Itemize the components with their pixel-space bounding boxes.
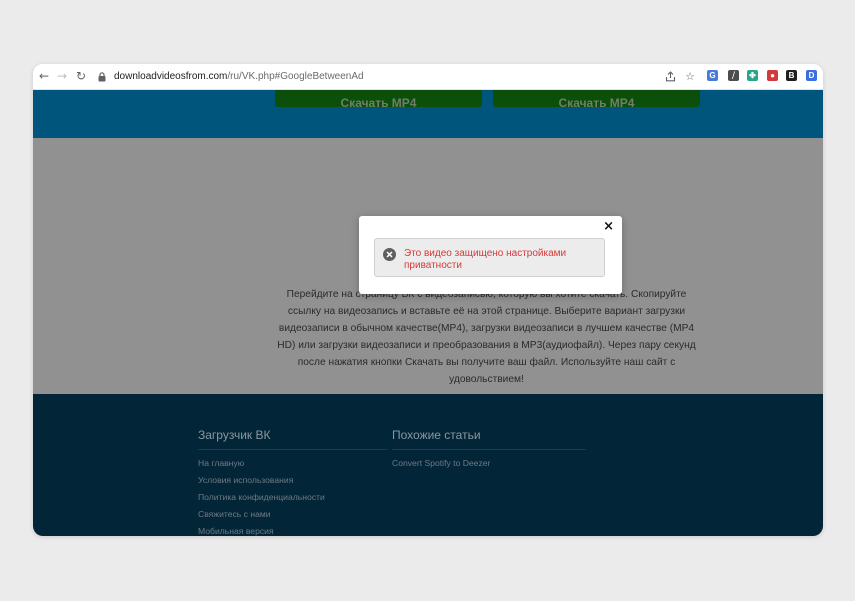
close-icon[interactable]: × [603,219,614,234]
b-extension-icon[interactable]: B [786,70,797,81]
footer-link-related-article[interactable]: Convert Spotify to Deezer [392,458,490,468]
footer-link-privacy[interactable]: Политика конфиденциальности [198,492,325,502]
error-alert: Это видео защищено настройками приватнос… [374,238,605,277]
web-page: Скачать MP4 Скачать MP4 Перейдите на стр… [33,90,823,536]
download-band: Скачать MP4 Скачать MP4 [33,90,823,138]
download-mp4-hd-button[interactable]: Скачать MP4 [493,90,700,107]
download-mp4-hd-label: Скачать MP4 [558,96,635,107]
url-path: /ru/VK.php#GoogleBetweenAd [227,71,364,82]
pokeball-extension-icon[interactable]: ● [767,70,778,81]
error-modal: × Это видео защищено настройками приватн… [359,216,622,294]
translate-extension-icon[interactable]: G [707,70,718,81]
footer-col1-title: Загрузчик ВК [198,428,271,442]
footer-link-home[interactable]: На главную [198,458,244,468]
error-message: Это видео защищено настройками приватнос… [404,248,567,271]
url-text[interactable]: downloadvideosfrom.com/ru/VK.php#GoogleB… [114,71,364,82]
bookmark-star-icon[interactable]: ☆ [683,69,697,83]
browser-window: ← → ↻ downloadvideosfrom.com/ru/VK.php#G… [33,64,823,536]
footer-col2-title: Похожие статьи [392,428,481,442]
d-extension-icon[interactable]: D [806,70,817,81]
footer-col2-divider [392,449,586,450]
share-icon[interactable] [663,69,677,83]
url-host: downloadvideosfrom.com [114,71,228,82]
forward-arrow-icon[interactable]: → [55,69,69,83]
address-bar[interactable]: downloadvideosfrom.com/ru/VK.php#GoogleB… [96,67,696,86]
footer-link-mobile[interactable]: Мобильная версия [198,526,274,536]
download-mp4-label: Скачать MP4 [340,96,417,107]
leaf-extension-icon[interactable]: ✤ [747,70,758,81]
error-x-circle-icon [383,248,396,261]
reload-icon[interactable]: ↻ [74,69,88,83]
instructions-text: Перейдите на страницу ВК с видеозаписью,… [277,289,696,385]
browser-toolbar: ← → ↻ downloadvideosfrom.com/ru/VK.php#G… [33,64,823,90]
footer-link-contact[interactable]: Свяжитесь с нами [198,509,271,519]
site-footer: Загрузчик ВК На главную Условия использо… [33,394,823,536]
lock-icon[interactable] [96,71,108,83]
pen-extension-icon[interactable]: ⧸ [728,70,739,81]
footer-col1-divider [198,449,388,450]
back-arrow-icon[interactable]: ← [37,69,51,83]
download-mp4-button[interactable]: Скачать MP4 [275,90,482,107]
footer-link-terms[interactable]: Условия использования [198,475,293,485]
